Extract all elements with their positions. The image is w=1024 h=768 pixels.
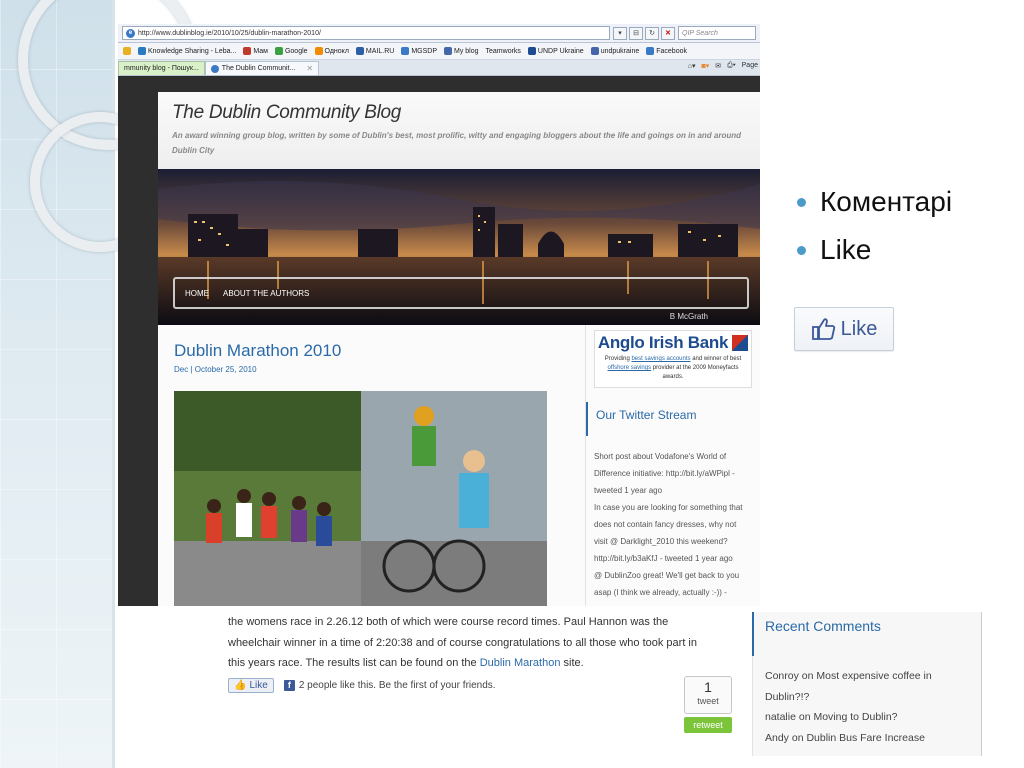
favorite-link[interactable]: Facebook (646, 47, 687, 55)
bank-advert[interactable]: Anglo Irish Bank Providing best savings … (594, 330, 752, 388)
search-input[interactable]: QIP Search (678, 26, 756, 40)
slide-bullet-list: Коментарі Like (797, 178, 952, 274)
recent-comments-list: Conroy on Most expensive coffee in Dubli… (753, 656, 981, 748)
mail-icon[interactable]: ✉ (715, 62, 721, 70)
recent-comments-widget: Recent Comments Conroy on Most expensive… (752, 612, 982, 756)
tab-bar: mmunity blog - Пошук... The Dublin Commu… (118, 60, 760, 76)
tweet-label: tweet (697, 696, 719, 706)
ad-text: Providing best savings accounts and winn… (604, 356, 742, 380)
favorite-link[interactable]: undpukraine (590, 47, 639, 55)
stop-icon[interactable]: ✕ (661, 26, 675, 40)
runners-photo (174, 391, 547, 606)
tweet-line[interactable]: Difference initiative: http://bit.ly/aWP… (594, 465, 760, 482)
address-buttons: ▾ ⊟ ↻ ✕ (613, 26, 675, 40)
post-date[interactable]: Dec | October 25, 2010 (174, 365, 257, 374)
comment-item[interactable]: natalie on Moving to Dublin? (765, 707, 981, 728)
page-viewport: The Dublin Community Blog An award winni… (118, 77, 760, 606)
tweet-counter[interactable]: 1 tweet (684, 676, 732, 714)
tweet-line[interactable]: http://bit.ly/b3aKfJ - tweeted 1 year ag… (594, 550, 760, 567)
post-body-text: the womens race in 2.26.12 both of which… (228, 616, 697, 669)
facebook-icon: f (283, 680, 295, 691)
favorites-bar: Knowledge Sharing - Leba... Мам Google О… (118, 43, 760, 60)
large-like-button[interactable]: Like (794, 307, 894, 351)
page-menu[interactable]: Page (742, 62, 758, 70)
city-banner: HOME ABOUT THE AUTHORS B McGrath (158, 169, 760, 325)
browser-screenshot: e http://www.dublinblog.ie/2010/10/25/du… (118, 24, 760, 606)
nav-home[interactable]: HOME (185, 289, 209, 298)
content-area: Dublin Marathon 2010 Dec | October 25, 2… (158, 325, 760, 606)
blog-title[interactable]: The Dublin Community Blog (172, 102, 746, 124)
url-text: http://www.dublinblog.ie/2010/10/25/dubl… (138, 29, 321, 37)
favorites-star-icon[interactable] (123, 47, 131, 55)
thumbs-up-icon: 👍 (234, 680, 247, 691)
tweet-line: tweeted 1 year ago (594, 486, 663, 495)
close-tab-icon[interactable]: ✕ (306, 64, 313, 73)
savings-link[interactable]: best savings accounts (631, 356, 690, 362)
tweet-line[interactable]: visit @ Darklight_2010 this weekend? (594, 533, 760, 550)
nav-about-authors[interactable]: ABOUT THE AUTHORS (223, 289, 309, 298)
favorite-link[interactable]: Teamworks (486, 48, 521, 55)
rss-icon[interactable]: ◙▾ (701, 62, 709, 70)
tweet-line: In case you are looking for something th… (594, 503, 743, 512)
tweet-line: does not contain fancy dresses, why not (594, 520, 737, 529)
like-count-text: 2 people like this. Be the first of your… (298, 680, 496, 691)
address-bar: e http://www.dublinblog.ie/2010/10/25/du… (118, 24, 760, 43)
blog-tagline: An award winning group blog, written by … (172, 131, 742, 155)
blog-page: The Dublin Community Blog An award winni… (158, 92, 760, 606)
main-nav: HOME ABOUT THE AUTHORS (173, 277, 749, 309)
ie-icon: e (126, 28, 135, 38)
ad-bank-name: Anglo Irish Bank (595, 331, 751, 353)
favorite-link[interactable]: UNDP Ukraine (527, 47, 584, 55)
tweet-count: 1 (704, 679, 712, 695)
tab-dublin-blog[interactable]: The Dublin Communit... ✕ (204, 61, 320, 75)
marathon-photo (174, 391, 547, 606)
favorite-link[interactable]: MGSDP (401, 47, 437, 55)
bullet-item: Коментарі (797, 178, 952, 226)
dublin-marathon-link[interactable]: Dublin Marathon (480, 657, 561, 669)
bank-logo-icon (732, 335, 749, 351)
retweet-button[interactable]: retweet (684, 717, 732, 733)
comment-item[interactable]: Conroy on Most expensive coffee in (765, 666, 981, 687)
bullet-icon (797, 197, 806, 207)
recent-comments-heading: Recent Comments (752, 612, 981, 656)
facebook-like-button[interactable]: 👍 Like (228, 678, 274, 693)
like-button-label: Like (840, 317, 878, 340)
post-footer-screenshot: the womens race in 2.26.12 both of which… (210, 606, 982, 756)
favorite-link[interactable]: Knowledge Sharing - Leba... (138, 47, 236, 55)
favorite-link[interactable]: Мам (243, 47, 268, 55)
refresh-icon[interactable]: ↻ (645, 26, 659, 40)
twitter-stream: Short post about Vodafone's World of Dif… (586, 436, 760, 601)
compat-view-icon[interactable]: ⊟ (629, 26, 643, 40)
ie-icon (210, 64, 219, 73)
tweet-line: Short post about Vodafone's World of (594, 452, 727, 461)
bullet-item: Like (797, 226, 952, 274)
offshore-link[interactable]: offshore savings (608, 365, 652, 371)
dropdown-icon[interactable]: ▾ (613, 26, 627, 40)
bullet-icon (797, 245, 806, 255)
command-bar: ⌂▾ ◙▾ ✉ ⎙▾ Page (688, 62, 758, 70)
sidebar: Anglo Irish Bank Providing best savings … (585, 325, 760, 606)
url-field[interactable]: e http://www.dublinblog.ie/2010/10/25/du… (122, 26, 610, 40)
post-title[interactable]: Dublin Marathon 2010 (174, 341, 341, 361)
favorite-link[interactable]: Однокл (314, 47, 349, 55)
favorite-link[interactable]: Google (274, 47, 308, 55)
tweet-line: asap (I think we already, actually :-)) … (594, 588, 727, 597)
comment-item[interactable]: Andy on Dublin Bus Fare Increase (765, 728, 981, 749)
print-icon[interactable]: ⎙▾ (727, 62, 736, 70)
blog-header: The Dublin Community Blog An award winni… (158, 92, 760, 169)
thumbs-up-icon (811, 318, 835, 340)
facebook-like-row: 👍 Like f 2 people like this. Be the firs… (228, 678, 496, 693)
photo-credit: B McGrath (669, 312, 708, 321)
favorite-link[interactable]: My blog (444, 47, 479, 55)
tab-search[interactable]: mmunity blog - Пошук... (118, 61, 205, 75)
tweet-line[interactable]: @ DublinZoo great! We'll get back to you (594, 567, 760, 584)
comment-item[interactable]: Dublin?!? (765, 687, 981, 708)
favorite-link[interactable]: MAIL.RU (355, 47, 394, 55)
home-icon[interactable]: ⌂▾ (688, 62, 696, 70)
twitter-heading: Our Twitter Stream (586, 402, 760, 436)
